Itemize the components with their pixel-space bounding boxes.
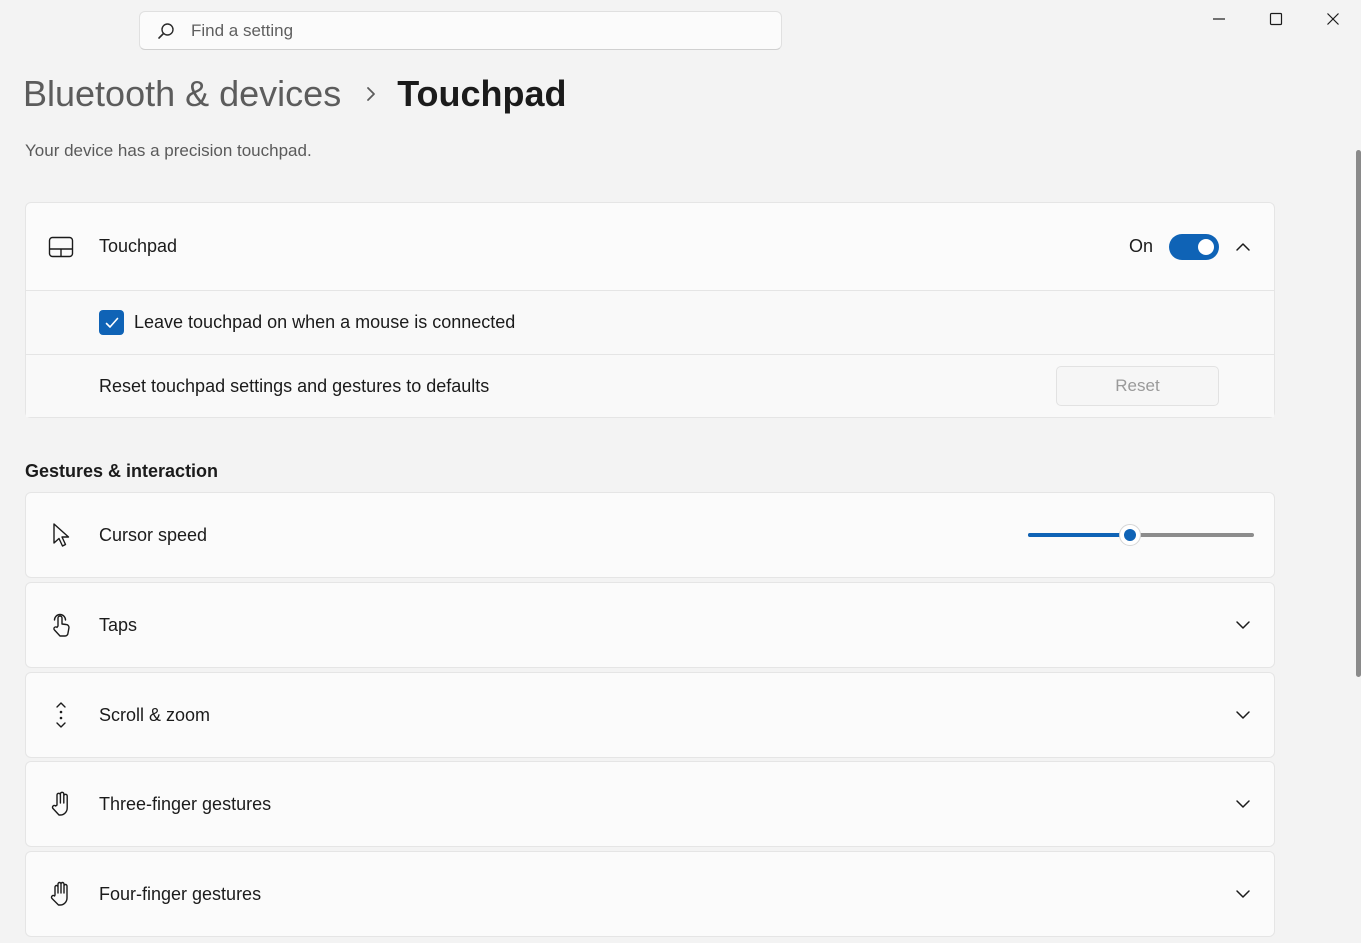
page-subtitle: Your device has a precision touchpad. — [25, 141, 312, 160]
four-finger-label: Four-finger gestures — [99, 883, 262, 904]
chevron-down-icon[interactable] — [1234, 706, 1252, 724]
three-finger-label: Three-finger gestures — [99, 793, 272, 814]
close-button[interactable] — [1304, 0, 1361, 38]
four-finger-icon — [48, 881, 74, 907]
three-finger-icon — [48, 791, 74, 817]
leave-touchpad-on-label[interactable]: Leave touchpad on when a mouse is connec… — [134, 312, 515, 333]
taps-label: Taps — [99, 614, 138, 635]
three-finger-row[interactable]: Three-finger gestures — [26, 762, 1274, 846]
slider-fill — [1028, 533, 1130, 537]
touchpad-toggle[interactable] — [1169, 233, 1219, 260]
leave-touchpad-on-row: Leave touchpad on when a mouse is connec… — [26, 290, 1274, 354]
chevron-down-icon[interactable] — [1234, 885, 1252, 903]
cursor-speed-label: Cursor speed — [99, 524, 208, 545]
reset-button[interactable]: Reset — [1056, 366, 1219, 406]
maximize-icon — [1269, 12, 1282, 26]
chevron-down-icon[interactable] — [1234, 616, 1252, 634]
toggle-knob — [1198, 238, 1214, 255]
cursor-icon — [48, 522, 74, 548]
search-box[interactable] — [139, 11, 782, 50]
minimize-button[interactable] — [1190, 0, 1247, 38]
slider-thumb[interactable] — [1119, 524, 1141, 546]
touchpad-settings-card: Touchpad On Leave touchpad on when a mou… — [25, 202, 1275, 418]
reset-label: Reset touchpad settings and gestures to … — [99, 375, 490, 396]
taps-row[interactable]: Taps — [26, 583, 1274, 667]
minimize-icon — [1212, 18, 1225, 20]
page-scrollbar[interactable] — [1356, 150, 1361, 677]
four-finger-row[interactable]: Four-finger gestures — [26, 852, 1274, 936]
chevron-right-icon — [365, 85, 377, 103]
chevron-down-icon[interactable] — [1234, 795, 1252, 813]
checkmark-icon — [105, 317, 118, 328]
touchpad-label: Touchpad — [99, 236, 178, 256]
breadcrumb-parent-link[interactable]: Bluetooth & devices — [23, 72, 341, 116]
leave-touchpad-on-checkbox[interactable] — [99, 310, 124, 335]
cursor-speed-slider[interactable] — [1028, 524, 1254, 546]
reset-row: Reset touchpad settings and gestures to … — [26, 354, 1274, 417]
breadcrumb: Bluetooth & devices Touchpad — [23, 72, 567, 116]
touchpad-row[interactable]: Touchpad On — [26, 203, 1274, 290]
taps-card[interactable]: Taps — [25, 582, 1275, 668]
search-input[interactable] — [189, 19, 749, 42]
page-title: Touchpad — [397, 73, 567, 114]
touchpad-icon — [48, 234, 74, 260]
scroll-zoom-label: Scroll & zoom — [99, 704, 211, 725]
maximize-button[interactable] — [1247, 0, 1304, 38]
cursor-speed-row: Cursor speed — [26, 493, 1274, 577]
three-finger-card[interactable]: Three-finger gestures — [25, 761, 1275, 847]
cursor-speed-card: Cursor speed — [25, 492, 1275, 578]
tap-icon — [48, 612, 74, 638]
close-icon — [1326, 13, 1339, 25]
section-title-gestures: Gestures & interaction — [25, 461, 219, 481]
scroll-zoom-row[interactable]: Scroll & zoom — [26, 673, 1274, 757]
four-finger-card[interactable]: Four-finger gestures — [25, 851, 1275, 937]
search-icon — [157, 22, 175, 40]
window-controls — [1190, 0, 1361, 38]
toggle-state-text: On — [1128, 236, 1153, 256]
scroll-zoom-card[interactable]: Scroll & zoom — [25, 672, 1275, 758]
chevron-up-icon[interactable] — [1234, 238, 1252, 256]
scroll-icon — [48, 702, 74, 728]
